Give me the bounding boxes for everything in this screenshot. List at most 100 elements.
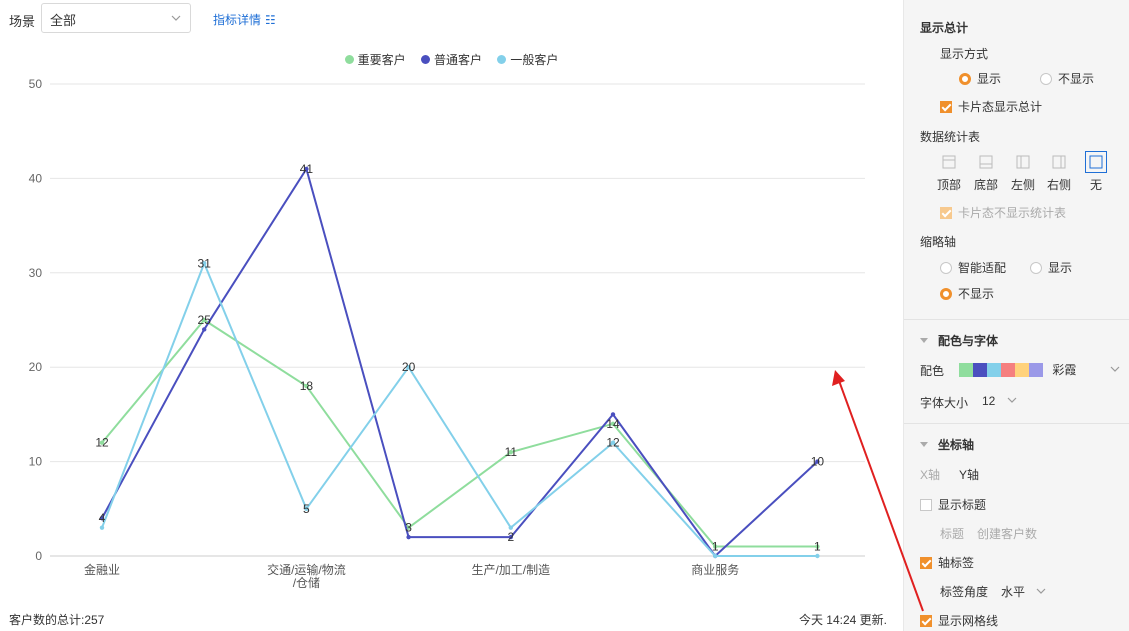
swatch — [973, 363, 987, 377]
title-label: 标题 — [940, 527, 965, 541]
card-hide-table-checkbox[interactable]: 卡片态不显示统计表 — [940, 204, 1066, 221]
y-tick-label: 10 — [29, 455, 43, 469]
checkbox-checked-icon — [920, 615, 932, 627]
palette-name: 彩霞 — [1052, 363, 1077, 377]
radio-selected-icon — [940, 288, 952, 300]
axis-heading: 坐标轴 — [938, 438, 975, 452]
thumb-show-label: 显示 — [1048, 261, 1073, 275]
scene-label: 场景 — [9, 14, 36, 29]
radio-thumb-hide[interactable]: 不显示 — [940, 285, 994, 302]
chart-area: 场景 全部 指标详情 ☷ 重要客户 普通客户 一般客户 0 10 20 30 40 50 金融… — [0, 0, 903, 631]
x-tick-label: 金融业 — [84, 562, 120, 577]
collapse-caret-icon — [920, 442, 928, 447]
series-line — [101, 260, 818, 557]
y-tick-label: 50 — [29, 77, 43, 91]
data-label: 5 — [303, 502, 310, 516]
scene-select[interactable]: 全部 — [41, 3, 191, 33]
chevron-down-icon — [1036, 588, 1046, 594]
card-show-total-label: 卡片态显示总计 — [958, 100, 1043, 114]
total-summary: 客户数的总计:257 — [9, 613, 105, 627]
radio-thumb-show[interactable]: 显示 — [1030, 259, 1072, 276]
color-font-section[interactable]: 配色与字体 — [920, 332, 998, 349]
divider — [904, 423, 1129, 424]
show-title-label: 显示标题 — [938, 498, 987, 512]
table-position-bottom[interactable]: 底部 — [971, 151, 1001, 193]
data-label: 31 — [198, 256, 212, 270]
radio-show-total[interactable]: 显示 — [959, 70, 1001, 87]
data-point — [713, 553, 718, 559]
data-point — [815, 553, 820, 559]
settings-panel: 显示总计 显示方式 显示 不显示 卡片态显示总计 数据统计表 顶部 底部 左侧 … — [903, 0, 1129, 631]
show-title-checkbox[interactable]: 显示标题 — [920, 496, 986, 513]
x-tick-label: 生产/加工/制造 — [471, 563, 550, 577]
table-position-right[interactable]: 右侧 — [1044, 151, 1074, 193]
metric-detail-link[interactable]: 指标详情 ☷ — [213, 11, 276, 28]
legend-label: 一般客户 — [510, 53, 559, 67]
data-label: 10 — [811, 455, 825, 469]
data-label: 20 — [402, 360, 416, 374]
table-position-top[interactable]: 顶部 — [934, 151, 964, 193]
label-angle-value: 水平 — [1001, 585, 1026, 599]
color-scheme-select[interactable]: 彩霞 — [959, 361, 1120, 378]
label-angle-label: 标签角度 — [940, 585, 989, 599]
chevron-down-icon — [171, 15, 181, 21]
legend-item[interactable]: 重要客户 — [344, 51, 406, 68]
data-label: 25 — [198, 313, 212, 327]
update-time: 今天 14:24 更新. — [798, 613, 887, 627]
x-tick-label: 商业服务 — [691, 562, 739, 577]
data-label: 14 — [606, 417, 620, 431]
line-chart: 01020304050金融业 交通/运输/物流/仓储生产/加工/制造 商业服务124… — [29, 77, 865, 590]
data-point — [202, 327, 207, 332]
radio-hide-label: 不显示 — [1058, 72, 1095, 86]
font-size-select[interactable]: 12 — [982, 394, 1017, 408]
data-label: 1 — [814, 540, 821, 554]
data-label: 4 — [99, 511, 106, 525]
data-label: 12 — [95, 436, 109, 450]
chevron-down-icon — [1110, 366, 1120, 372]
legend-item[interactable]: 一般客户 — [497, 51, 558, 68]
table-position-label: 无 — [1089, 178, 1102, 192]
data-point — [406, 534, 411, 540]
legend-label: 普通客户 — [433, 53, 482, 67]
data-label: 18 — [300, 379, 314, 393]
radio-smart-fit[interactable]: 智能适配 — [940, 259, 1006, 276]
label-angle-select[interactable]: 水平 — [1001, 583, 1046, 600]
layout-none-icon — [1085, 151, 1107, 173]
y-tick-label: 0 — [35, 549, 42, 563]
color-font-heading: 配色与字体 — [938, 334, 999, 348]
tab-y-axis[interactable]: Y轴 — [959, 466, 979, 483]
tab-x-axis[interactable]: X轴 — [920, 466, 940, 483]
radio-show-label: 显示 — [977, 72, 1002, 86]
radio-hide-total[interactable]: 不显示 — [1040, 70, 1094, 87]
table-position-none[interactable]: 无 — [1081, 151, 1111, 193]
legend-label: 重要客户 — [357, 53, 406, 67]
y-tick-label: 20 — [29, 360, 43, 374]
radio-icon — [940, 262, 952, 274]
table-position-left[interactable]: 左侧 — [1008, 151, 1038, 193]
color-scheme-label: 配色 — [920, 364, 945, 378]
thumb-hide-label: 不显示 — [958, 287, 995, 301]
legend-marker — [420, 55, 430, 64]
card-show-total-checkbox[interactable]: 卡片态显示总计 — [940, 98, 1042, 115]
data-label: 41 — [300, 162, 314, 176]
axis-labels-label: 轴标签 — [938, 556, 975, 570]
axis-section[interactable]: 坐标轴 — [920, 436, 974, 453]
data-table-heading: 数据统计表 — [920, 130, 981, 144]
legend-item[interactable]: 普通客户 — [420, 51, 482, 68]
data-point — [99, 525, 105, 530]
divider — [904, 319, 1129, 320]
data-label: 3 — [405, 521, 412, 535]
layout-bottom-icon — [975, 151, 997, 173]
font-size-label: 字体大小 — [920, 396, 969, 410]
swatch — [1029, 363, 1043, 377]
title-input[interactable]: 创建客户数 — [977, 525, 1037, 542]
y-tick-label: 30 — [29, 266, 43, 280]
checkbox-checked-icon — [940, 207, 952, 219]
thumbnail-axis-heading: 缩略轴 — [920, 235, 957, 249]
chevron-down-icon — [1007, 397, 1017, 403]
card-hide-table-label: 卡片态不显示统计表 — [958, 206, 1067, 220]
axis-labels-checkbox[interactable]: 轴标签 — [920, 554, 974, 571]
radio-icon — [1040, 73, 1052, 85]
legend-marker — [344, 55, 354, 64]
show-grid-checkbox[interactable]: 显示网格线 — [920, 612, 998, 629]
